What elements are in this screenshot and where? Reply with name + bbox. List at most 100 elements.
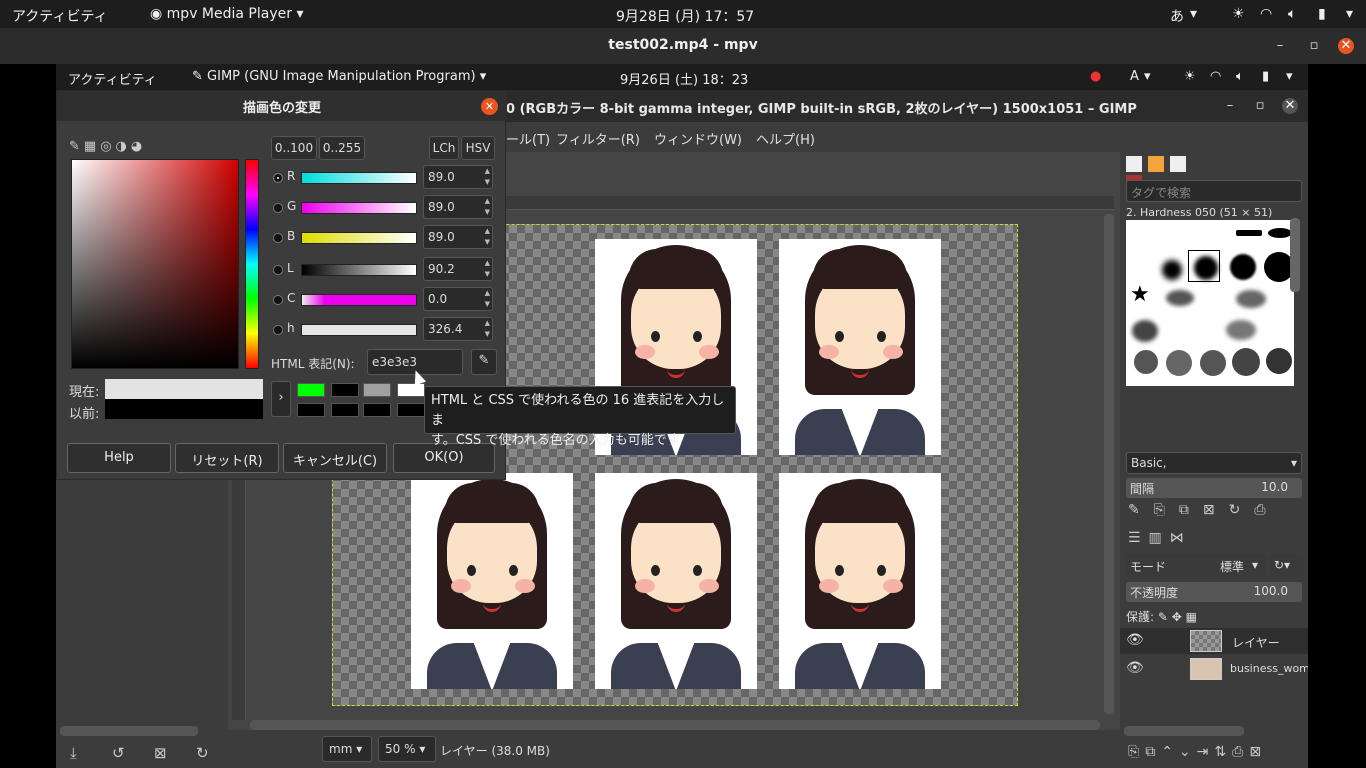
range-255-button: 0..255 (319, 136, 365, 160)
scales-icon: ◎ (100, 139, 116, 154)
history-swatch (363, 383, 391, 397)
slider-value: 89.0 ▲ ▼ (423, 195, 493, 219)
status-bar: mm ▾ 50 % ▾ レイヤー (38.0 MB) (228, 730, 1120, 768)
mode-reset-icon: ↻▾ (1270, 554, 1304, 578)
mode-value: 標準 (1220, 560, 1245, 574)
slider-track (301, 172, 417, 184)
color-selector-tabs: ✎▦◎◑◕ (69, 139, 146, 154)
chevron-down-icon: ▾ (1144, 69, 1151, 84)
star-brush-icon: ★ (1130, 282, 1150, 307)
chevron-down-icon: ▾ (1190, 6, 1198, 22)
cmyk-icon: ▦ (83, 139, 101, 154)
close-icon[interactable]: ✕ (1338, 38, 1354, 54)
system-menu-icon[interactable]: ▾ (1346, 6, 1353, 22)
minimize-icon: – (1226, 98, 1234, 113)
value-text: 0.0 (428, 292, 448, 306)
history-swatch (397, 383, 425, 397)
radio-c (273, 295, 283, 305)
unit-value: mm (329, 742, 353, 756)
gimp-app-menu: ✎ GIMP (GNU Image Manipulation Program) … (192, 69, 487, 84)
slider-label: L (287, 261, 294, 275)
clock[interactable]: 9月28日 (月) 17：57 (616, 6, 754, 26)
maximize-icon: ▫ (1255, 98, 1265, 113)
layer-action-icons: ⎘⧉⌃⌄⇥⇅⎙⊠ (1128, 744, 1268, 760)
tag-search-placeholder: タグで検索 (1131, 186, 1192, 200)
history-swatch (297, 403, 325, 417)
slider-label: R (287, 169, 296, 183)
selected-brush-frame (1188, 250, 1220, 282)
battery-icon: ▮ (1262, 69, 1270, 84)
zoom-select: 50 % ▾ (378, 736, 436, 762)
unit-select: mm ▾ (322, 736, 372, 762)
layer-mode-select: モード 標準 ▾ (1126, 554, 1266, 578)
window-title: test002.mp4 - mpv (608, 37, 758, 53)
delete-icon: ⊠ (154, 744, 167, 762)
maximize-icon[interactable]: ▫ (1306, 38, 1322, 54)
activities-button[interactable]: アクティビティ (12, 6, 108, 26)
battery-icon[interactable]: ▮ (1318, 6, 1326, 22)
reset-icon: ↻ (196, 744, 209, 762)
close-icon: ✕ (1282, 98, 1298, 114)
save-icon: ⤓ (70, 744, 77, 762)
history-swatch (331, 383, 359, 397)
menu-tools: ール(T) (506, 133, 551, 148)
horizontal-scrollbar (250, 720, 1100, 730)
slider-track (301, 232, 417, 244)
close-icon: ✕ (481, 98, 498, 115)
portrait-image (779, 239, 941, 455)
tooltip-line: HTML と CSS で使われる色の 16 進表記を入力しま (431, 393, 725, 428)
tooltip: HTML と CSS で使われる色の 16 進表記を入力しま す。CSS で使わ… (424, 386, 736, 448)
portrait-image (411, 473, 573, 689)
gimp-window-title: 0 (RGBカラー 8-bit gamma integer, GIMP buil… (506, 102, 1137, 117)
inner-ime: A (1130, 69, 1139, 84)
minimize-icon[interactable]: – (1272, 38, 1288, 54)
history-swatch (397, 403, 425, 417)
dialog-title: 描画色の変更 (57, 91, 507, 121)
slider-c: C 0.0 ▲ ▼ (271, 287, 501, 313)
radio-r (273, 173, 283, 183)
slider-track (301, 294, 417, 306)
eyedropper-icon: ✎ (471, 349, 497, 375)
inner-activities: アクティビティ (68, 73, 157, 88)
layer-name: business_wom (1230, 662, 1308, 675)
watercolor-icon: ◕ (130, 139, 147, 154)
slider-h: h 326.4 ▲ ▼ (271, 317, 501, 343)
eye-icon: 👁︎ (1126, 632, 1144, 648)
tooltip-line: す。CSS で使われる色名の入力も可能です (431, 433, 680, 448)
lock-position-icon: ✥ (1171, 610, 1182, 624)
record-icon: ● (1090, 69, 1102, 84)
volume-icon[interactable]: 🔈︎ (1288, 6, 1296, 22)
tag-search-input: タグで検索 (1126, 180, 1302, 202)
mode-label: モード (1130, 560, 1167, 574)
brush-name: 2. Hardness 050 (51 × 51) (1126, 206, 1273, 219)
opacity-value: 100.0 (1253, 584, 1288, 598)
inner-top-bar: アクティビティ ✎ GIMP (GNU Image Manipulation P… (56, 64, 1308, 90)
layer-name: レイヤー (1232, 636, 1280, 650)
value-text: 89.0 (428, 170, 455, 184)
volume-icon: 🔈︎ (1236, 69, 1244, 84)
brightness-icon[interactable]: ☀ (1232, 6, 1245, 22)
slider-r: R 89.0 ▲ ▼ (271, 165, 501, 191)
slider-b: B 89.0 ▲ ▼ (271, 225, 501, 251)
current-label: 現在: (69, 385, 100, 400)
slider-track (301, 264, 417, 276)
opacity-label: 不透明度 (1130, 586, 1179, 600)
html-label: HTML 表記(N): (271, 357, 355, 371)
html-notation-row: HTML 表記(N): e3e3e3 ✎ (271, 349, 501, 377)
mpv-titlebar: test002.mp4 - mpv – ▫ ✕ (0, 28, 1366, 64)
layer-thumbnail (1190, 630, 1222, 652)
triangle-icon: ◑ (115, 139, 131, 154)
mpv-app-menu[interactable]: ◉ mpv Media Player ▾ (150, 6, 303, 22)
value-text: 89.0 (428, 230, 455, 244)
vertical-scrollbar (1104, 214, 1114, 714)
hsv-button: HSV (461, 136, 495, 160)
layer-row: 👁︎ レイヤー (1120, 628, 1308, 654)
history-swatch (331, 403, 359, 417)
history-swatch (363, 403, 391, 417)
slider-g: G 89.0 ▲ ▼ (271, 195, 501, 221)
wifi-icon[interactable]: ◠ (1260, 6, 1272, 22)
html-value: e3e3e3 (372, 355, 418, 369)
input-method-indicator[interactable]: あ (1170, 6, 1184, 26)
spacing-label: 間隔 (1130, 482, 1155, 496)
brush-preset-select: Basic, ▾ (1126, 452, 1302, 474)
